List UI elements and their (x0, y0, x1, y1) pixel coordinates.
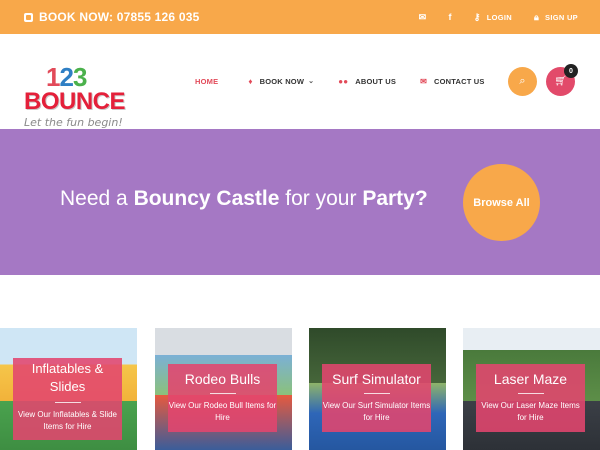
nav-about-us[interactable]: ●● ABOUT US (338, 77, 396, 86)
divider (517, 393, 544, 394)
category-title: Laser Maze (493, 371, 568, 387)
category-desc: View Our Laser Maze Items for Hire (481, 401, 580, 422)
hero-headline: Need a Bouncy Castle for your Party? (60, 187, 428, 211)
category-desc: View Our Rodeo Bull Items for Hire (168, 401, 277, 422)
top-links: ✉ f ⚷ LOGIN 🔒︎ SIGN UP (397, 0, 578, 34)
category-desc: View Our Inflatables & Slide Items for H… (17, 410, 117, 431)
search-icon: ⌕ (519, 75, 526, 87)
hero-text-1: Need a (60, 187, 134, 210)
envelope-icon[interactable]: ✉ (419, 12, 427, 23)
category-desc: View Our Surf Simulator Items for Hire (322, 401, 431, 422)
nav-about-us-label: ABOUT US (355, 76, 397, 86)
envelope-icon: ✉ (420, 76, 427, 86)
gift-icon: ♦ (248, 76, 253, 86)
signup-label: SIGN UP (545, 12, 578, 22)
login-link[interactable]: ⚷ LOGIN (474, 12, 512, 23)
phone-icon (24, 12, 33, 22)
nav-book-now-label: BOOK NOW (259, 76, 305, 86)
category-card-rodeo-bulls[interactable]: Rodeo Bulls View Our Rodeo Bull Items fo… (155, 328, 292, 450)
users-icon: ●● (338, 76, 349, 86)
cart-icon: 🛒︎ (554, 76, 567, 87)
category-title: Surf Simulator (332, 371, 421, 387)
book-now-phone-label: BOOK NOW: 07855 126 035 (39, 10, 200, 24)
signup-link[interactable]: 🔒︎ SIGN UP (534, 12, 578, 23)
nav-book-now[interactable]: ♦ BOOK NOW ⌄ (248, 77, 314, 86)
book-now-phone[interactable]: BOOK NOW: 07855 126 035 (24, 0, 199, 34)
hero-text-2: for your (279, 187, 363, 210)
category-title: Inflatables & Slides (31, 361, 104, 394)
main-nav: HOME ♦ BOOK NOW ⌄ ●● ABOUT US ✉ CONTACT … (195, 69, 509, 93)
nav-contact-us-label: CONTACT US (433, 76, 485, 86)
category-card-laser-maze[interactable]: Laser Maze View Our Laser Maze Items for… (463, 328, 600, 450)
divider (54, 402, 81, 403)
nav-contact-us[interactable]: ✉ CONTACT US (420, 77, 485, 86)
browse-all-button[interactable]: Browse All (463, 164, 540, 241)
category-panel: Surf Simulator View Our Surf Simulator I… (322, 364, 431, 432)
login-label: LOGIN (486, 12, 512, 22)
category-panel: Inflatables & Slides View Our Inflatable… (13, 358, 122, 440)
top-bar: BOOK NOW: 07855 126 035 ✉ f ⚷ LOGIN 🔒︎ S… (0, 0, 600, 34)
nav-home[interactable]: HOME (195, 77, 218, 86)
divider (363, 393, 390, 394)
site-logo[interactable]: 123 BOUNCE Let the fun begin! (24, 62, 130, 132)
category-card-inflatables[interactable]: Inflatables & Slides View Our Inflatable… (0, 328, 137, 450)
category-panel: Laser Maze View Our Laser Maze Items for… (476, 364, 585, 432)
lock-icon: 🔒︎ (533, 11, 540, 22)
cart-count-badge: 0 (564, 64, 578, 78)
nav-home-label: HOME (195, 76, 219, 86)
browse-all-label: Browse All (473, 196, 530, 209)
chevron-down-icon: ⌄ (308, 78, 315, 85)
category-card-surf-simulator[interactable]: Surf Simulator View Our Surf Simulator I… (309, 328, 446, 450)
key-icon: ⚷ (473, 11, 481, 22)
hero-bold-1: Bouncy Castle (133, 187, 280, 210)
search-button[interactable]: ⌕ (508, 67, 537, 96)
logo-tagline: Let the fun begin! (24, 116, 123, 129)
logo-word: BOUNCE (24, 88, 126, 115)
category-panel: Rodeo Bulls View Our Rodeo Bull Items fo… (168, 364, 277, 432)
hero-bold-2: Party? (362, 187, 428, 210)
facebook-icon[interactable]: f (448, 12, 451, 22)
category-title: Rodeo Bulls (184, 371, 261, 387)
divider (209, 393, 236, 394)
